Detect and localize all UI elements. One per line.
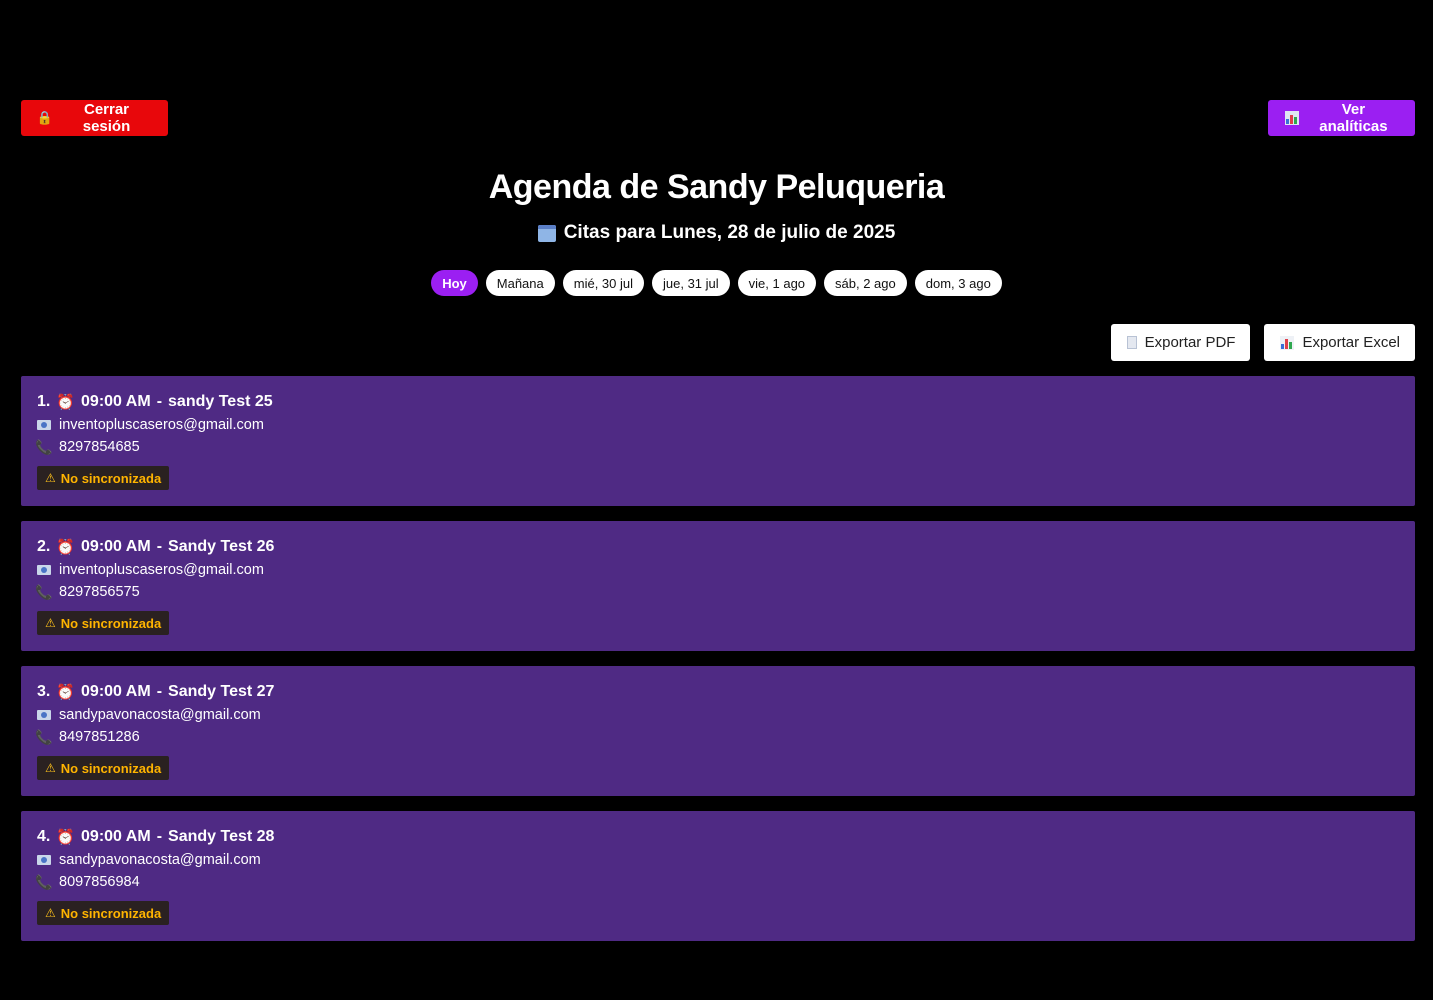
phone-icon: 📞 (35, 438, 53, 455)
appointment-email-row: sandypavonacosta@gmail.com (37, 851, 1399, 869)
appointment-separator: - (156, 828, 163, 845)
appointment-client-name: sandy Test 25 (168, 393, 273, 410)
appointment-card[interactable]: 4. ⏰ 09:00 AM - Sandy Test 28 sandypavon… (21, 811, 1415, 941)
page-title: Agenda de Sandy Peluqueria (488, 168, 945, 206)
phone-icon: 📞 (35, 728, 53, 745)
appointment-email: sandypavonacosta@gmail.com (59, 707, 261, 723)
appointment-phone: 8297854685 (59, 439, 140, 455)
appointment-card[interactable]: 1. ⏰ 09:00 AM - sandy Test 25 inventoplu… (21, 376, 1415, 506)
appointment-phone: 8497851286 (59, 729, 140, 745)
lock-icon: 🔒 (36, 110, 54, 125)
phone-icon: 📞 (35, 873, 53, 890)
sync-status-label: No sincronizada (60, 470, 162, 486)
appointment-index: 3. (37, 683, 51, 700)
logout-button[interactable]: 🔒 Cerrar sesión (21, 100, 168, 136)
sync-status-badge: ⚠ No sincronizada (37, 756, 170, 780)
alarm-clock-icon: ⏰ (56, 539, 76, 556)
logout-label: Cerrar sesión (82, 101, 131, 135)
appointment-time: 09:00 AM (81, 683, 151, 700)
appointment-time: 09:00 AM (81, 828, 151, 845)
appointment-phone: 8297856575 (59, 584, 140, 600)
document-icon (1126, 336, 1137, 349)
appointment-phone-row: 📞 8297856575 (35, 583, 1399, 601)
sync-status-badge: ⚠ No sincronizada (37, 466, 170, 490)
appointment-client-name: Sandy Test 26 (168, 538, 275, 555)
export-excel-label: Exportar Excel (1302, 334, 1400, 351)
id-card-icon (37, 855, 51, 865)
sync-status-label: No sincronizada (60, 905, 162, 921)
warning-icon: ⚠ (45, 616, 56, 630)
appointment-phone-row: 📞 8097856984 (35, 873, 1399, 891)
warning-icon: ⚠ (45, 471, 56, 485)
appointment-separator: - (156, 683, 163, 700)
tab-vie-1-ago[interactable]: vie, 1 ago (737, 270, 817, 296)
sync-status-label: No sincronizada (60, 760, 162, 776)
appointment-client-name: Sandy Test 28 (168, 828, 275, 845)
tab-mie-30-jul[interactable]: mié, 30 jul (562, 270, 644, 296)
appointment-phone-row: 📞 8297854685 (35, 438, 1399, 456)
tab-sab-2-ago[interactable]: sáb, 2 ago (824, 270, 907, 296)
calendar-icon (537, 224, 556, 242)
id-card-icon (37, 565, 51, 575)
day-tabs: Hoy Mañana mié, 30 jul jue, 31 jul vie, … (0, 270, 1433, 296)
export-excel-button[interactable]: Exportar Excel (1264, 324, 1415, 361)
appointment-header: 3. ⏰ 09:00 AM - Sandy Test 27 (37, 682, 1399, 702)
sync-status-badge: ⚠ No sincronizada (37, 611, 170, 635)
alarm-clock-icon: ⏰ (56, 684, 76, 701)
appointment-email: inventopluscaseros@gmail.com (59, 417, 264, 433)
appointment-index: 1. (37, 393, 51, 410)
analytics-label: Ver analíticas (1319, 101, 1388, 135)
subtitle-text: Citas para Lunes, 28 de julio de 2025 (563, 222, 896, 243)
export-pdf-label: Exportar PDF (1144, 334, 1236, 351)
appointment-email-row: inventopluscaseros@gmail.com (37, 561, 1399, 579)
appointment-phone-row: 📞 8497851286 (35, 728, 1399, 746)
appointment-time: 09:00 AM (81, 538, 151, 555)
chart-icon (1280, 335, 1295, 350)
id-card-icon (37, 420, 51, 430)
appointment-email-row: sandypavonacosta@gmail.com (37, 706, 1399, 724)
appointment-email: sandypavonacosta@gmail.com (59, 852, 261, 868)
appointment-index: 2. (37, 538, 51, 555)
appointment-header: 2. ⏰ 09:00 AM - Sandy Test 26 (37, 537, 1399, 557)
appointment-index: 4. (37, 828, 51, 845)
chart-icon (1284, 111, 1300, 125)
sync-status-label: No sincronizada (60, 615, 162, 631)
tab-jue-31-jul[interactable]: jue, 31 jul (652, 270, 730, 296)
warning-icon: ⚠ (45, 761, 56, 775)
tab-manana[interactable]: Mañana (485, 270, 555, 296)
appointment-time: 09:00 AM (81, 393, 151, 410)
id-card-icon (37, 710, 51, 720)
appointment-list: 1. ⏰ 09:00 AM - sandy Test 25 inventoplu… (21, 376, 1415, 941)
appointment-email: inventopluscaseros@gmail.com (59, 562, 264, 578)
warning-icon: ⚠ (45, 906, 56, 920)
appointment-phone: 8097856984 (59, 874, 140, 890)
sync-status-badge: ⚠ No sincronizada (37, 901, 170, 925)
analytics-button[interactable]: Ver analíticas (1268, 100, 1415, 136)
alarm-clock-icon: ⏰ (56, 394, 76, 411)
export-pdf-button[interactable]: Exportar PDF (1110, 324, 1251, 361)
appointment-client-name: Sandy Test 27 (168, 683, 275, 700)
appointment-header: 1. ⏰ 09:00 AM - sandy Test 25 (37, 392, 1399, 412)
tab-hoy[interactable]: Hoy (431, 270, 478, 296)
appointment-card[interactable]: 2. ⏰ 09:00 AM - Sandy Test 26 inventoplu… (21, 521, 1415, 651)
appointment-card[interactable]: 3. ⏰ 09:00 AM - Sandy Test 27 sandypavon… (21, 666, 1415, 796)
export-actions: Exportar PDF Exportar Excel (1110, 324, 1415, 361)
agenda-page: 🔒 Cerrar sesión Ver analíticas Agenda de… (0, 0, 1433, 1000)
appointment-separator: - (156, 393, 163, 410)
appointment-email-row: inventopluscaseros@gmail.com (37, 416, 1399, 434)
phone-icon: 📞 (35, 583, 53, 600)
page-subtitle: Citas para Lunes, 28 de julio de 2025 (0, 222, 1433, 244)
appointment-separator: - (156, 538, 163, 555)
tab-dom-3-ago[interactable]: dom, 3 ago (914, 270, 1002, 296)
alarm-clock-icon: ⏰ (56, 829, 76, 846)
appointment-header: 4. ⏰ 09:00 AM - Sandy Test 28 (37, 827, 1399, 847)
